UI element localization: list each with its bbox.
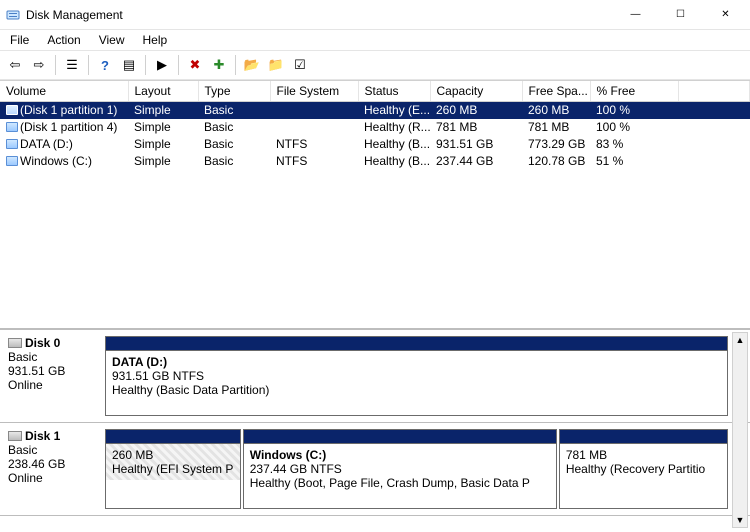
volume-name: (Disk 1 partition 1) bbox=[20, 103, 117, 117]
title-bar: Disk Management — ☐ ✕ bbox=[0, 0, 750, 30]
disk-size: 238.46 GB bbox=[8, 457, 97, 471]
column-header[interactable]: Free Spa... bbox=[522, 81, 590, 101]
partition-bar bbox=[560, 430, 727, 444]
disk-size: 931.51 GB bbox=[8, 364, 97, 378]
disk-meta[interactable]: Disk 0Basic931.51 GBOnline bbox=[0, 330, 103, 422]
volume-icon bbox=[6, 156, 18, 166]
volume-name: Windows (C:) bbox=[20, 154, 92, 168]
partition-size: 237.44 GB NTFS bbox=[250, 462, 550, 476]
disk-row: Disk 1Basic238.46 GBOnline260 MBHealthy … bbox=[0, 423, 750, 516]
run-icon[interactable]: ▶ bbox=[151, 54, 173, 76]
scrollbar-vertical[interactable]: ▲ ▼ bbox=[732, 332, 748, 528]
partition-size: 260 MB bbox=[112, 448, 234, 462]
partition-bar bbox=[244, 430, 556, 444]
volume-icon bbox=[6, 139, 18, 149]
partition-block[interactable]: Windows (C:)237.44 GB NTFSHealthy (Boot,… bbox=[243, 429, 557, 509]
disk-status: Online bbox=[8, 378, 97, 392]
help-icon[interactable]: ? bbox=[94, 54, 116, 76]
partition-health: Healthy (Boot, Page File, Crash Dump, Ba… bbox=[250, 476, 550, 490]
tree-icon[interactable]: ☰ bbox=[61, 54, 83, 76]
partition-block[interactable]: 260 MBHealthy (EFI System P bbox=[105, 429, 241, 509]
toolbar-separator bbox=[88, 55, 89, 75]
disk-row: Disk 0Basic931.51 GBOnlineDATA (D:)931.5… bbox=[0, 330, 750, 423]
disk-partition-container: 260 MBHealthy (EFI System PWindows (C:)2… bbox=[103, 423, 750, 515]
menu-help[interactable]: Help bbox=[135, 32, 176, 48]
column-header[interactable]: Status bbox=[358, 81, 430, 101]
minimize-button[interactable]: — bbox=[613, 1, 658, 29]
menu-file[interactable]: File bbox=[2, 32, 37, 48]
disk-status: Online bbox=[8, 471, 97, 485]
properties-icon[interactable]: ☑ bbox=[289, 54, 311, 76]
partition-title: DATA (D:) bbox=[112, 355, 721, 369]
volume-name: DATA (D:) bbox=[20, 137, 73, 151]
scroll-up-icon[interactable]: ▲ bbox=[733, 333, 747, 347]
partition-bar bbox=[106, 430, 240, 444]
app-icon bbox=[6, 8, 20, 22]
table-row[interactable]: DATA (D:)SimpleBasicNTFSHealthy (B...931… bbox=[0, 136, 750, 153]
maximize-button[interactable]: ☐ bbox=[658, 1, 703, 29]
partition-health: Healthy (Basic Data Partition) bbox=[112, 383, 721, 397]
partition-health: Healthy (Recovery Partitio bbox=[566, 462, 721, 476]
toolbar-separator bbox=[235, 55, 236, 75]
disk-map-panel: Disk 0Basic931.51 GBOnlineDATA (D:)931.5… bbox=[0, 328, 750, 530]
column-header[interactable]: Layout bbox=[128, 81, 198, 101]
toolbar-separator bbox=[145, 55, 146, 75]
volume-name: (Disk 1 partition 4) bbox=[20, 120, 117, 134]
toolbar-separator bbox=[178, 55, 179, 75]
disk-icon bbox=[8, 431, 22, 441]
window-controls: — ☐ ✕ bbox=[613, 1, 748, 29]
column-header[interactable]: Volume bbox=[0, 81, 128, 101]
volume-icon bbox=[6, 105, 18, 115]
close-button[interactable]: ✕ bbox=[703, 1, 748, 29]
table-row[interactable]: (Disk 1 partition 4)SimpleBasicHealthy (… bbox=[0, 119, 750, 136]
toolbar-separator bbox=[55, 55, 56, 75]
partition-health: Healthy (EFI System P bbox=[112, 462, 234, 476]
column-header[interactable]: File System bbox=[270, 81, 358, 101]
toolbar: ⇦⇨ ☰?▤ ▶ ✖✚ 📂📁☑ bbox=[0, 50, 750, 80]
volume-list-panel: VolumeLayoutTypeFile SystemStatusCapacit… bbox=[0, 80, 750, 328]
partition-block[interactable]: 781 MBHealthy (Recovery Partitio bbox=[559, 429, 728, 509]
column-header[interactable]: Type bbox=[198, 81, 270, 101]
window-title: Disk Management bbox=[26, 8, 123, 22]
delete-icon[interactable]: ✖ bbox=[184, 54, 206, 76]
column-header-row[interactable]: VolumeLayoutTypeFile SystemStatusCapacit… bbox=[0, 81, 750, 101]
scroll-down-icon[interactable]: ▼ bbox=[733, 513, 747, 527]
new-folder-icon[interactable]: 📁 bbox=[265, 54, 287, 76]
menu-view[interactable]: View bbox=[91, 32, 133, 48]
back-icon[interactable]: ⇦ bbox=[4, 54, 26, 76]
disk-name: Disk 1 bbox=[8, 429, 97, 443]
new-icon[interactable]: ✚ bbox=[208, 54, 230, 76]
console-icon[interactable]: ▤ bbox=[118, 54, 140, 76]
column-header[interactable]: Capacity bbox=[430, 81, 522, 101]
menu-bar: FileActionViewHelp bbox=[0, 30, 750, 50]
volume-table: VolumeLayoutTypeFile SystemStatusCapacit… bbox=[0, 81, 750, 170]
disk-partition-container: DATA (D:)931.51 GB NTFSHealthy (Basic Da… bbox=[103, 330, 750, 422]
partition-size: 931.51 GB NTFS bbox=[112, 369, 721, 383]
partition-size: 781 MB bbox=[566, 448, 721, 462]
partition-bar bbox=[106, 337, 727, 351]
partition-block[interactable]: DATA (D:)931.51 GB NTFSHealthy (Basic Da… bbox=[105, 336, 728, 416]
menu-action[interactable]: Action bbox=[39, 32, 88, 48]
disk-meta[interactable]: Disk 1Basic238.46 GBOnline bbox=[0, 423, 103, 515]
disk-type: Basic bbox=[8, 350, 97, 364]
disk-type: Basic bbox=[8, 443, 97, 457]
table-row[interactable]: (Disk 1 partition 1)SimpleBasicHealthy (… bbox=[0, 101, 750, 119]
open-icon[interactable]: 📂 bbox=[241, 54, 263, 76]
table-row[interactable]: Windows (C:)SimpleBasicNTFSHealthy (B...… bbox=[0, 153, 750, 170]
disk-icon bbox=[8, 338, 22, 348]
forward-icon[interactable]: ⇨ bbox=[28, 54, 50, 76]
disk-name: Disk 0 bbox=[8, 336, 97, 350]
column-header[interactable]: % Free bbox=[590, 81, 678, 101]
volume-icon bbox=[6, 122, 18, 132]
partition-title: Windows (C:) bbox=[250, 448, 550, 462]
